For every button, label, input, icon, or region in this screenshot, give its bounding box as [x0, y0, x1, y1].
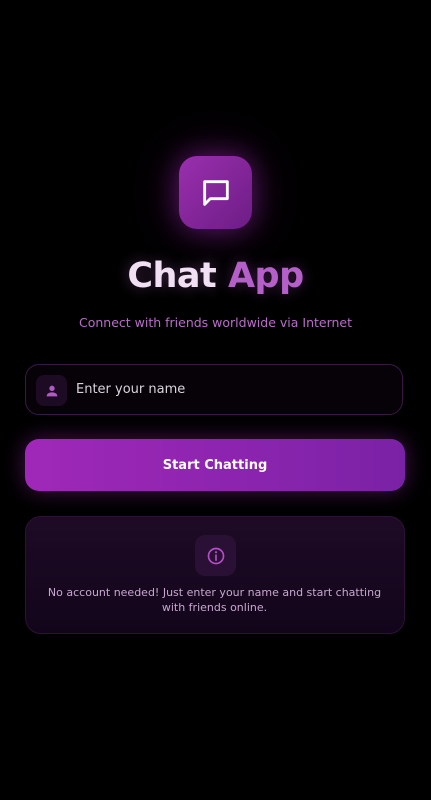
- person-icon: [46, 385, 57, 396]
- app-title: Chat App: [0, 252, 431, 300]
- app-title-word-chat: Chat: [127, 256, 217, 296]
- info-icon-box: [195, 535, 236, 576]
- name-field[interactable]: [25, 364, 403, 415]
- app-title-word-app: App: [227, 256, 304, 296]
- info-text: No account needed! Just enter your name …: [47, 586, 382, 614]
- info-card: No account needed! Just enter your name …: [25, 516, 405, 634]
- name-field-icon-box: [36, 375, 67, 406]
- name-input[interactable]: [76, 365, 386, 413]
- chat-bubble-icon: [202, 179, 229, 206]
- app-logo: [179, 156, 252, 229]
- start-chatting-button[interactable]: Start Chatting: [25, 439, 405, 491]
- login-screen: Chat App Connect with friends worldwide …: [0, 0, 431, 800]
- info-icon: [207, 547, 224, 564]
- app-subtitle: Connect with friends worldwide via Inter…: [78, 315, 353, 330]
